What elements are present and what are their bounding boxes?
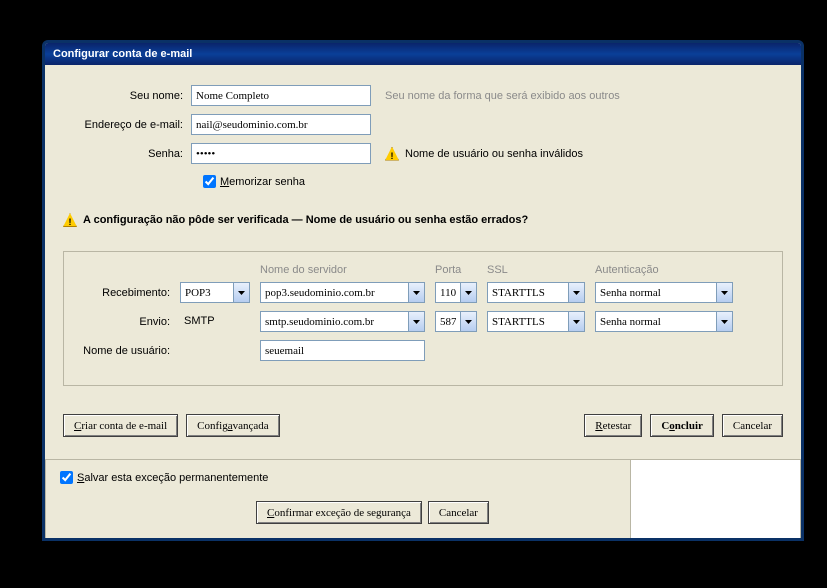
remember-password-label[interactable]: Memorizar senha — [220, 176, 305, 188]
name-label: Seu nome: — [63, 90, 191, 102]
dropdown-arrow-icon[interactable] — [460, 312, 476, 331]
dropdown-arrow-icon[interactable] — [233, 283, 249, 302]
password-warning: Nome de usuário ou senha inválidos — [405, 148, 583, 160]
outgoing-auth-value[interactable] — [596, 312, 716, 331]
retest-button[interactable]: Retestar — [584, 414, 642, 437]
white-area — [630, 460, 800, 538]
outgoing-port-select[interactable] — [435, 311, 477, 332]
dropdown-arrow-icon[interactable] — [408, 312, 424, 331]
outgoing-server-value[interactable] — [261, 312, 408, 331]
incoming-port-select[interactable] — [435, 282, 477, 303]
outgoing-auth-select[interactable] — [595, 311, 733, 332]
dropdown-arrow-icon[interactable] — [568, 283, 584, 302]
warning-icon — [385, 147, 399, 161]
security-exception-panel: Salvar esta exceção permanentemente Conf… — [45, 459, 801, 538]
outgoing-port-value[interactable] — [436, 312, 460, 331]
header-server: Nome do servidor — [260, 264, 435, 276]
remember-password-checkbox[interactable] — [203, 175, 216, 188]
header-auth: Autenticação — [595, 264, 733, 276]
window-title: Configurar conta de e-mail — [53, 48, 192, 60]
dialog-content: Seu nome: Seu nome da forma que será exi… — [45, 65, 801, 455]
outgoing-server-select[interactable] — [260, 311, 425, 332]
username-input[interactable] — [260, 340, 425, 361]
dropdown-arrow-icon[interactable] — [716, 283, 732, 302]
dropdown-arrow-icon[interactable] — [408, 283, 424, 302]
incoming-ssl-value[interactable] — [488, 283, 568, 302]
server-settings-panel: Nome do servidor Porta SSL Autenticação … — [63, 251, 783, 386]
save-exception-checkbox[interactable] — [60, 471, 73, 484]
incoming-server-select[interactable] — [260, 282, 425, 303]
password-label: Senha: — [63, 148, 191, 160]
confirm-exception-button[interactable]: Confirmar exceção de segurança — [256, 501, 422, 524]
save-exception-label[interactable]: Salvar esta exceção permanentemente — [77, 472, 268, 484]
warning-icon — [63, 213, 77, 227]
buttons-row: Criar conta de e-mail Config avançada Re… — [63, 414, 783, 455]
dropdown-arrow-icon[interactable] — [568, 312, 584, 331]
outgoing-ssl-select[interactable] — [487, 311, 585, 332]
outgoing-label: Envio: — [78, 316, 180, 328]
email-input[interactable] — [191, 114, 371, 135]
cancel-exception-button[interactable]: Cancelar — [428, 501, 489, 524]
outgoing-protocol-value: SMTP — [180, 311, 250, 332]
titlebar: Configurar conta de e-mail — [45, 43, 801, 65]
incoming-auth-select[interactable] — [595, 282, 733, 303]
incoming-port-value[interactable] — [436, 283, 460, 302]
username-label: Nome de usuário: — [78, 345, 180, 357]
email-label: Endereço de e-mail: — [63, 119, 191, 131]
password-input[interactable] — [191, 143, 371, 164]
outgoing-ssl-value[interactable] — [488, 312, 568, 331]
incoming-label: Recebimento: — [78, 287, 180, 299]
finish-button[interactable]: Concluir — [650, 414, 714, 437]
dropdown-arrow-icon[interactable] — [716, 312, 732, 331]
name-hint: Seu nome da forma que será exibido aos o… — [385, 90, 620, 102]
header-ssl: SSL — [487, 264, 595, 276]
create-account-button[interactable]: Criar conta de e-mail — [63, 414, 178, 437]
incoming-server-value[interactable] — [261, 283, 408, 302]
advanced-config-button[interactable]: Config avançada — [186, 414, 279, 437]
dropdown-arrow-icon[interactable] — [460, 283, 476, 302]
dialog-window: Configurar conta de e-mail Seu nome: Seu… — [42, 40, 804, 541]
incoming-protocol-value[interactable] — [181, 283, 233, 302]
config-error-message: A configuração não pôde ser verificada —… — [83, 214, 528, 226]
incoming-ssl-select[interactable] — [487, 282, 585, 303]
cancel-button[interactable]: Cancelar — [722, 414, 783, 437]
incoming-auth-value[interactable] — [596, 283, 716, 302]
header-port: Porta — [435, 264, 487, 276]
name-input[interactable] — [191, 85, 371, 106]
incoming-protocol-select[interactable] — [180, 282, 250, 303]
